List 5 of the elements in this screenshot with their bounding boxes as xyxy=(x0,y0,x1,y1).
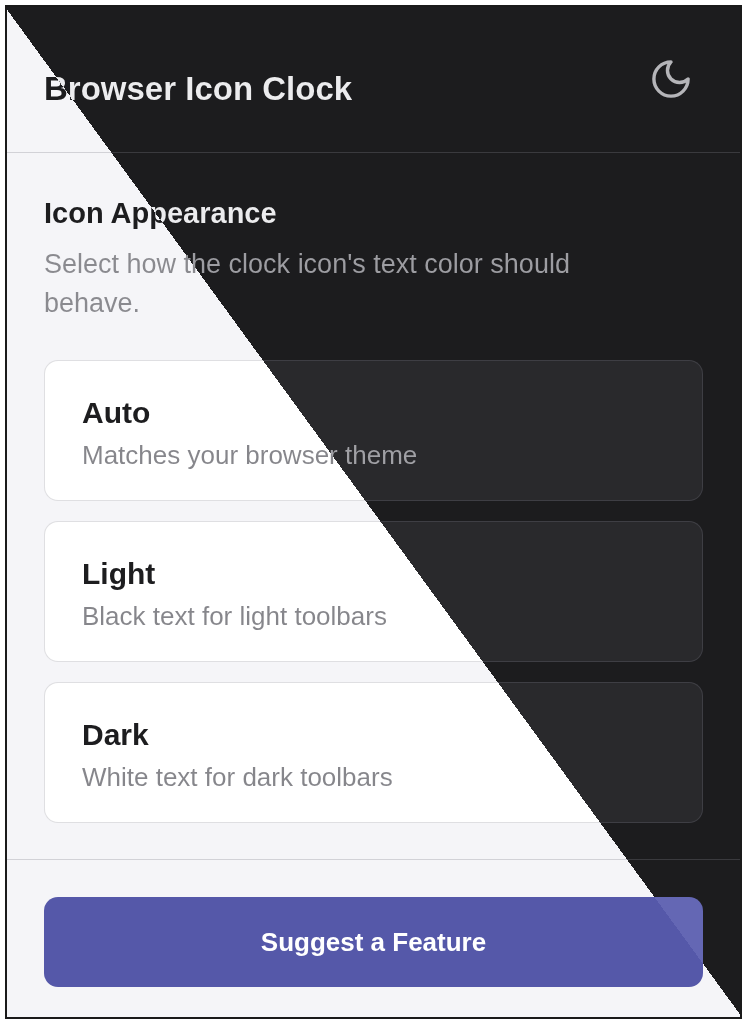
moon-icon xyxy=(652,59,690,98)
option-card[interactable]: Light Black text for light toolbars xyxy=(44,521,703,662)
option-card[interactable]: Dark White text for dark toolbars xyxy=(44,682,703,823)
suggest-feature-button[interactable]: Suggest a Feature xyxy=(44,897,703,987)
theme-toggle-button[interactable] xyxy=(652,59,690,98)
